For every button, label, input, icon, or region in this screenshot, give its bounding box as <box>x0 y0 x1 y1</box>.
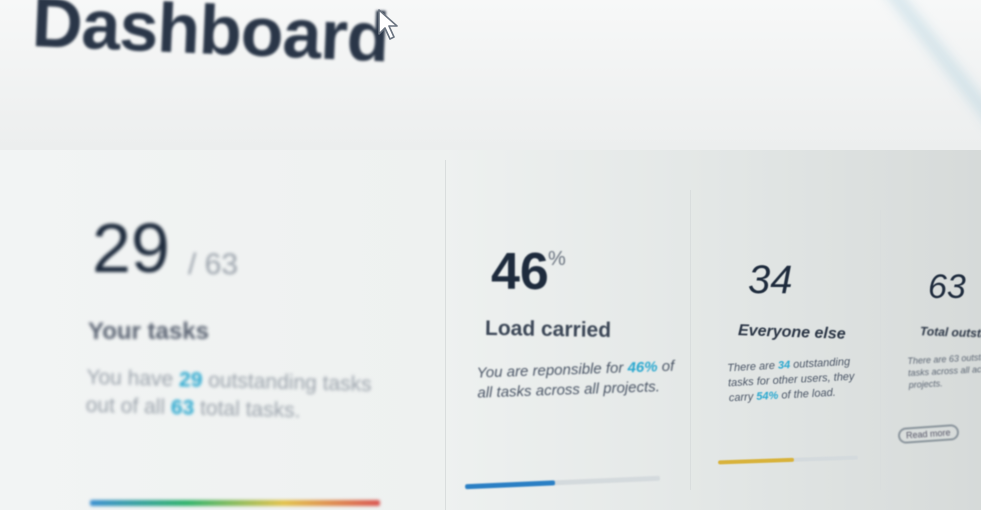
everyone-else-progress-fill <box>717 457 794 465</box>
read-more-button[interactable]: Read more <box>897 423 960 445</box>
everyone-else-progress-bar <box>717 455 859 465</box>
total-outstanding-label: Total outstanding <box>919 324 981 342</box>
your-tasks-progress-fill <box>90 500 380 506</box>
your-tasks-value: 29 <box>92 209 170 287</box>
card-total-outstanding[interactable]: 63 Total outstanding There are 63 outsta… <box>880 150 981 510</box>
load-carried-progress-fill <box>464 480 555 490</box>
stats-cards-row: 29 / 63 Your tasks You have 29 outstandi… <box>0 150 981 510</box>
everyone-else-value: 34 <box>748 258 793 302</box>
load-carried-label: Load carried <box>484 316 612 343</box>
your-tasks-description: You have 29 outstanding tasks out of all… <box>85 365 372 423</box>
your-tasks-label: Your tasks <box>88 318 209 345</box>
page-title: Dashboard <box>30 0 391 77</box>
your-tasks-progress-bar <box>90 500 380 506</box>
card-your-tasks[interactable]: 29 / 63 Your tasks You have 29 outstandi… <box>0 150 445 510</box>
card-load-carried[interactable]: 46 % Load carried You are reponsible for… <box>445 150 690 510</box>
dashboard-header: Dashboard <box>0 0 981 151</box>
load-carried-value: 46 <box>491 243 549 301</box>
total-outstanding-description: There are 63 outstanding tasks across al… <box>907 350 981 391</box>
cursor-arrow-icon <box>378 9 398 40</box>
load-carried-progress-bar <box>464 475 661 490</box>
load-carried-percent: % <box>548 248 566 270</box>
your-tasks-total: / 63 <box>188 248 239 281</box>
load-carried-description: You are reponsible for 46% of all tasks … <box>476 357 675 402</box>
everyone-else-label: Everyone else <box>737 322 846 343</box>
card-everyone-else[interactable]: 34 Everyone else There are 34 outstandin… <box>690 150 880 510</box>
everyone-else-description: There are 34 outstanding tasks for other… <box>726 355 855 405</box>
total-outstanding-value: 63 <box>928 268 966 306</box>
